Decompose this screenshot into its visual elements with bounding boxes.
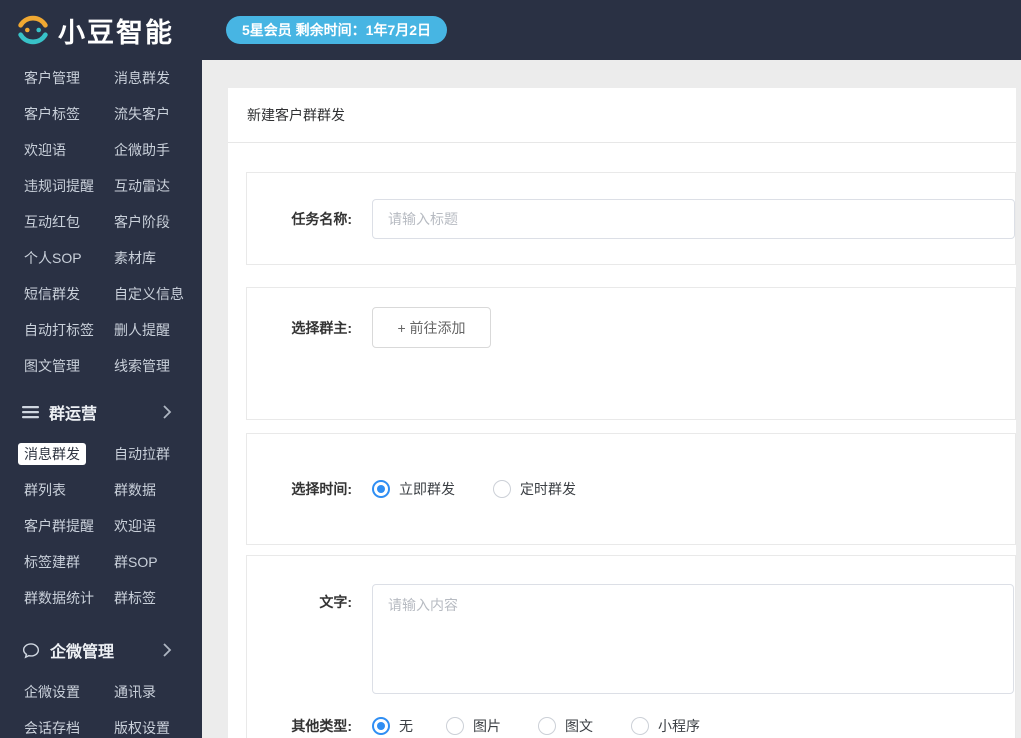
sidebar-item[interactable]: 互动红包 bbox=[24, 204, 114, 240]
sidebar-wecom-menu: 企微设置 通讯录 会话存档 版权设置 bbox=[0, 674, 202, 738]
radio-label: 定时群发 bbox=[520, 481, 576, 497]
sidebar-item[interactable]: 群SOP bbox=[114, 544, 202, 580]
sidebar-item[interactable]: 群数据统计 bbox=[24, 580, 114, 616]
brand[interactable]: 小豆智能 bbox=[0, 11, 202, 50]
sidebar-item[interactable]: 企微助手 bbox=[114, 132, 202, 168]
topbar: 小豆智能 5星会员 剩余时间：1年7月2日 bbox=[0, 0, 1021, 60]
other-type-radio-group: 无 图片 图文 小程序 bbox=[372, 716, 738, 736]
radio-unselected-icon bbox=[538, 717, 556, 735]
app-window: 小豆智能 5星会员 剩余时间：1年7月2日 客户管理 消息群发 客户标签 流失客… bbox=[0, 0, 1021, 738]
sidebar-top-menu: 客户管理 消息群发 客户标签 流失客户 欢迎语 企微助手 违规词提醒 互动雷达 … bbox=[0, 60, 202, 384]
group-owner-label: 选择群主: bbox=[291, 320, 352, 336]
form-row-send-time: 选择时间: 立即群发 定时群发 bbox=[246, 433, 1016, 545]
text-label: 文字: bbox=[319, 594, 352, 610]
sidebar-item[interactable]: 群标签 bbox=[114, 580, 202, 616]
sidebar-item[interactable]: 标签建群 bbox=[24, 544, 114, 580]
sidebar-item[interactable]: 个人SOP bbox=[24, 240, 114, 276]
form-row-group-owner: 选择群主: + 前往添加 bbox=[246, 287, 1016, 420]
hamburger-menu-icon bbox=[22, 405, 39, 419]
brand-logo-icon bbox=[14, 11, 52, 49]
text-content-row: 文字: bbox=[247, 584, 1015, 694]
radio-type-mini-program[interactable]: 小程序 bbox=[631, 716, 700, 736]
sidebar-item[interactable]: 自定义信息 bbox=[114, 276, 202, 312]
sidebar-item[interactable]: 素材库 bbox=[114, 240, 202, 276]
sidebar-item[interactable]: 客户阶段 bbox=[114, 204, 202, 240]
sidebar-section-group-ops[interactable]: 群运营 bbox=[0, 394, 202, 430]
sidebar-item[interactable]: 删人提醒 bbox=[114, 312, 202, 348]
radio-send-now[interactable]: 立即群发 bbox=[372, 479, 455, 499]
sidebar-section-wecom[interactable]: 企微管理 bbox=[0, 632, 202, 668]
radio-type-image-text[interactable]: 图文 bbox=[538, 716, 593, 736]
other-type-row: 其他类型: 无 图片 图文 小程序 bbox=[247, 716, 1015, 736]
radio-label: 立即群发 bbox=[399, 481, 455, 497]
sidebar-item[interactable]: 欢迎语 bbox=[24, 132, 114, 168]
radio-send-scheduled[interactable]: 定时群发 bbox=[493, 479, 576, 499]
radio-label: 无 bbox=[399, 718, 413, 734]
sidebar-item[interactable]: 线索管理 bbox=[114, 348, 202, 384]
task-name-input[interactable] bbox=[372, 198, 1015, 239]
radio-type-none[interactable]: 无 bbox=[372, 716, 413, 736]
radio-unselected-icon bbox=[446, 717, 464, 735]
sidebar-item[interactable]: 群数据 bbox=[114, 472, 202, 508]
radio-label: 图片 bbox=[473, 718, 501, 734]
sidebar-item[interactable]: 图文管理 bbox=[24, 348, 114, 384]
form-row-task-name: 任务名称: bbox=[246, 172, 1016, 265]
chevron-right-icon bbox=[162, 405, 172, 419]
sidebar-item[interactable]: 自动拉群 bbox=[114, 436, 202, 472]
add-group-owner-button[interactable]: + 前往添加 bbox=[372, 307, 491, 348]
brand-name: 小豆智能 bbox=[58, 17, 174, 48]
membership-badge: 5星会员 剩余时间：1年7月2日 bbox=[226, 16, 448, 44]
sidebar-item[interactable]: 版权设置 bbox=[114, 710, 202, 738]
main-content: 新建客户群群发 任务名称: 选择群主: + 前往添加 选择时间: 立即群发 bbox=[202, 60, 1021, 738]
sidebar-item[interactable]: 会话存档 bbox=[24, 710, 114, 738]
chat-bubble-icon bbox=[22, 642, 40, 659]
sidebar: 客户管理 消息群发 客户标签 流失客户 欢迎语 企微助手 违规词提醒 互动雷达 … bbox=[0, 60, 202, 738]
section-title: 企微管理 bbox=[50, 644, 115, 661]
content-card: 新建客户群群发 任务名称: 选择群主: + 前往添加 选择时间: 立即群发 bbox=[228, 88, 1016, 738]
sidebar-item[interactable]: 流失客户 bbox=[114, 96, 202, 132]
radio-unselected-icon bbox=[631, 717, 649, 735]
radio-selected-icon bbox=[372, 717, 390, 735]
sidebar-item[interactable]: 消息群发 bbox=[114, 60, 202, 96]
send-time-radio-group: 立即群发 定时群发 bbox=[372, 479, 614, 499]
form-body: 任务名称: 选择群主: + 前往添加 选择时间: 立即群发 bbox=[228, 143, 1016, 738]
radio-type-image[interactable]: 图片 bbox=[446, 716, 501, 736]
sidebar-item[interactable]: 互动雷达 bbox=[114, 168, 202, 204]
sidebar-item[interactable]: 短信群发 bbox=[24, 276, 114, 312]
sidebar-item[interactable]: 客户标签 bbox=[24, 96, 114, 132]
sidebar-item-active[interactable]: 消息群发 bbox=[18, 436, 114, 472]
radio-selected-icon bbox=[372, 480, 390, 498]
other-type-label: 其他类型: bbox=[291, 718, 352, 734]
form-row-message-content: 文字: 其他类型: 无 图片 bbox=[246, 555, 1016, 738]
radio-label: 图文 bbox=[565, 718, 593, 734]
task-name-label: 任务名称: bbox=[291, 210, 352, 227]
sidebar-item[interactable]: 群列表 bbox=[24, 472, 114, 508]
section-title: 群运营 bbox=[49, 406, 98, 423]
radio-unselected-icon bbox=[493, 480, 511, 498]
sidebar-item[interactable]: 通讯录 bbox=[114, 674, 202, 710]
sidebar-item[interactable]: 企微设置 bbox=[24, 674, 114, 710]
send-time-label: 选择时间: bbox=[291, 481, 352, 497]
sidebar-item[interactable]: 客户管理 bbox=[24, 60, 114, 96]
sidebar-item[interactable]: 欢迎语 bbox=[114, 508, 202, 544]
radio-label: 小程序 bbox=[658, 718, 700, 734]
page-title: 新建客户群群发 bbox=[228, 88, 1016, 143]
sidebar-item[interactable]: 客户群提醒 bbox=[24, 508, 114, 544]
sidebar-group-menu: 消息群发 自动拉群 群列表 群数据 客户群提醒 欢迎语 标签建群 群SOP 群数… bbox=[0, 436, 202, 616]
content-textarea[interactable] bbox=[372, 584, 1014, 694]
sidebar-item[interactable]: 自动打标签 bbox=[24, 312, 114, 348]
chevron-right-icon bbox=[162, 643, 172, 657]
sidebar-item[interactable]: 违规词提醒 bbox=[24, 168, 114, 204]
